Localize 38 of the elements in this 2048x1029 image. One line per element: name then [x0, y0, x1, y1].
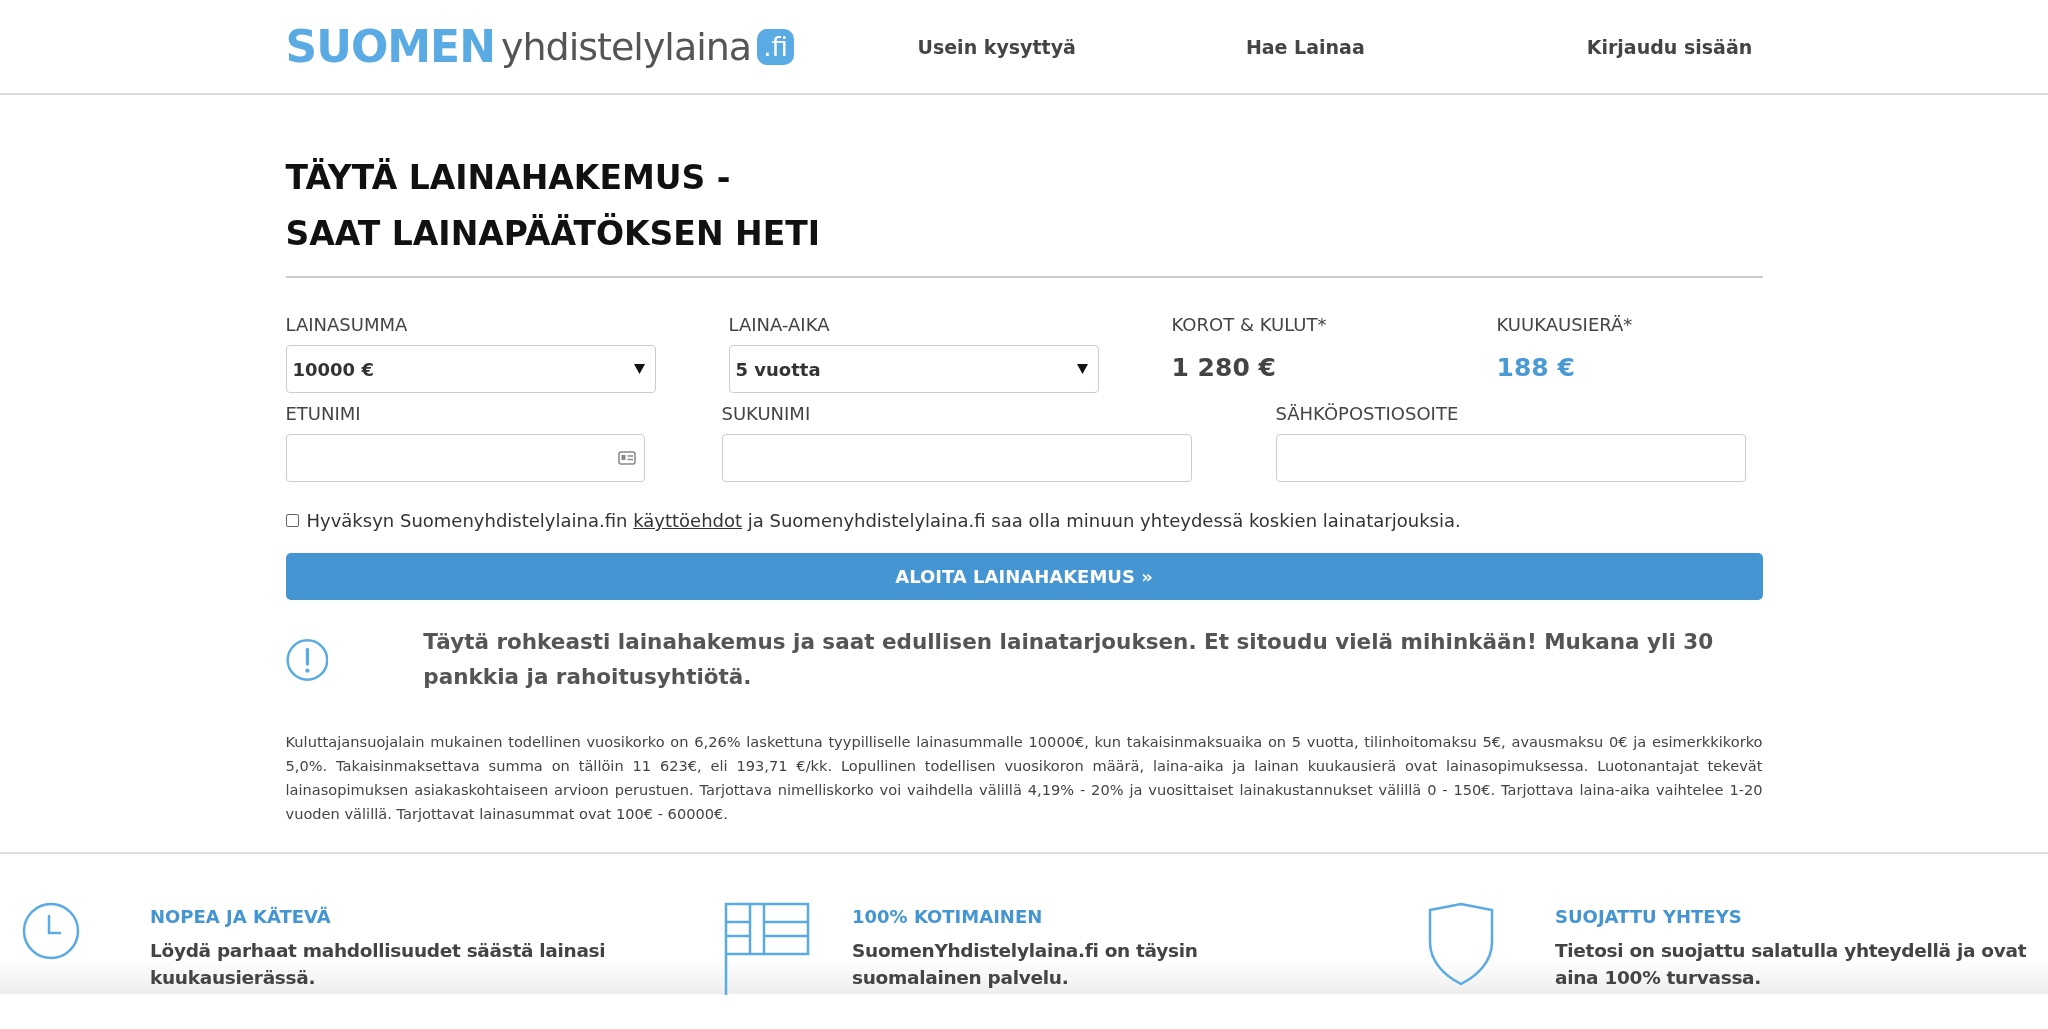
amount-value: 1 280 €	[1171, 353, 1276, 382]
terms-link[interactable]: käyttöehdot	[633, 510, 743, 531]
feature-title: NOPEA JA KÄTEVÄ	[150, 906, 332, 927]
field-label: ETUNIMI	[285, 403, 362, 424]
logo-name: yhdistelylaina	[501, 24, 752, 69]
feature-title: SUOJATTU YHTEYS	[1555, 906, 1743, 927]
caret-icon	[1076, 364, 1088, 374]
field-label: SÄHKÖPOSTIOSOITE	[1275, 403, 1460, 424]
consent-checkbox[interactable]	[285, 514, 299, 527]
shield-icon	[1427, 902, 1495, 986]
field-label: LAINA-AIKA	[728, 314, 831, 335]
contact-card-icon	[617, 451, 636, 465]
disclaimer-text: Kuluttajansuojalain mukainen todellinen vuosikorko on 6,26% laskettuna tyypilliselle lainasummalle 10000€, kun takaisinmaksuaika on 5 vuotta, tilinhoitomaksu 5€, avausmaksu 0€ ja esimerkkikorko 5,0%. Takaisinmaksettava summa on tällöin 11 623€, eli 193,71 €/kk. Lopullinen todellisen vuosikoron määrä, laina-aika ja lainan kuukausierä ovat lainasopimuksessa. Luotonantajat tekevät lainasopimuksen asiakaskohtaiseen arvioon perustuen. Tarjottava nimelliskorko voi vaihdella välillä 4,19% - 20% ja vuosittaiset lainakustannukset välillä 0 - 150€. Tarjottava laina-aika vaihtelee 1-20 vuoden välillä. Tarjottavat lainasummat ovat 100€ - 60000€.	[285, 732, 1763, 824]
notice-text: Täytä rohkeasti lainahakemus ja saat edullisen lainatarjouksen. Et sitoudu vielä mihinkään! Mukana yli 30 pankkia ja rahoitusyhtiötä.	[423, 628, 1715, 691]
field-label: LAINASUMMA	[285, 314, 409, 335]
feature-text: SuomenYhdistelylaina.fi on täysin suomalainen palvelu.	[852, 939, 1199, 990]
caret-icon	[633, 364, 645, 374]
field-label: KOROT & KULUT*	[1171, 314, 1328, 335]
input-field[interactable]	[285, 434, 645, 482]
feature-text: Löydä parhaat mahdollisuudet säästä lainasi kuukausierässä.	[150, 939, 607, 990]
logo-badge: .fi	[757, 28, 794, 65]
amount-value: 188 €	[1496, 353, 1575, 382]
field-label: KUUKAUSIERÄ*	[1496, 314, 1634, 335]
feature-title: 100% KOTIMAINEN	[852, 906, 1044, 927]
consent-text: Hyväksyn Suomenyhdistelylaina.fin käyttöehdot ja Suomenyhdistelylaina.fi saa olla minuun yhteydessä koskien lainatarjouksia.	[306, 510, 1461, 531]
dropdown[interactable]: 10000 €	[285, 345, 656, 393]
input-field[interactable]	[1275, 434, 1746, 482]
flag-icon	[724, 902, 810, 996]
nav-link[interactable]: Usein kysyttyä	[845, 35, 1076, 58]
page-title: TÄYTÄ LAINAHAKEMUS - SAAT LAINAPÄÄTÖKSEN HETI	[285, 150, 1763, 278]
dropdown[interactable]: 5 vuotta	[728, 345, 1099, 393]
field-label: SUKUNIMI	[721, 403, 812, 424]
feature-text: Tietosi on suojattu salatulla yhteydellä ja ovat aina 100% turvassa.	[1555, 939, 2028, 990]
nav-link[interactable]: Kirjaudu sisään	[1364, 35, 1753, 58]
logo-brand: SUOMEN	[285, 21, 495, 72]
nav-link[interactable]: Hae Lainaa	[1075, 35, 1365, 58]
clock-icon	[22, 902, 80, 960]
input-field[interactable]	[721, 434, 1192, 482]
